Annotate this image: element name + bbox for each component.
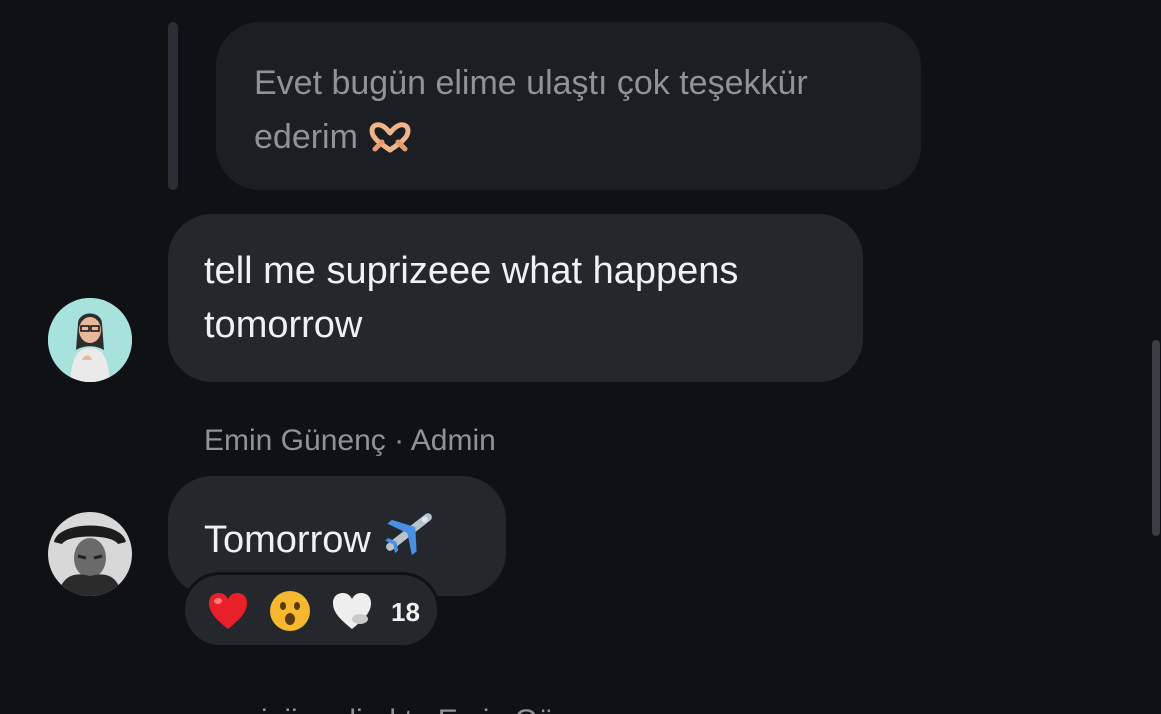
person-avatar-icon [48, 512, 132, 596]
quoted-message-bubble[interactable]: Evet bugün elime ulaştı çok teşekkür ede… [216, 22, 921, 190]
surprised-face-icon [270, 591, 310, 631]
red-heart-icon [209, 593, 247, 629]
avatar[interactable] [48, 298, 132, 382]
airplane-icon [385, 513, 433, 556]
reaction-count: 18 [391, 597, 420, 627]
message-text: tell me suprizeee what happens tomorrow [204, 250, 739, 346]
message-text: Tomorrow [204, 519, 371, 561]
scrollbar[interactable] [1152, 340, 1160, 536]
heart-hands-icon [369, 122, 411, 153]
reply-preview-text[interactable]: …cinii replied to Emin Günenç [216, 700, 620, 714]
white-heart-icon [333, 593, 371, 629]
reactions-bar[interactable]: 18 [182, 572, 440, 648]
sender-name[interactable]: Emin Günenç · Admin [204, 420, 496, 462]
avatar[interactable] [48, 512, 132, 596]
person-avatar-icon [48, 298, 132, 382]
quoted-message-text: Evet bugün elime ulaştı çok teşekkür ede… [254, 64, 808, 156]
reply-quote-bar [168, 22, 178, 190]
message-bubble[interactable]: tell me suprizeee what happens tomorrow [168, 214, 863, 382]
